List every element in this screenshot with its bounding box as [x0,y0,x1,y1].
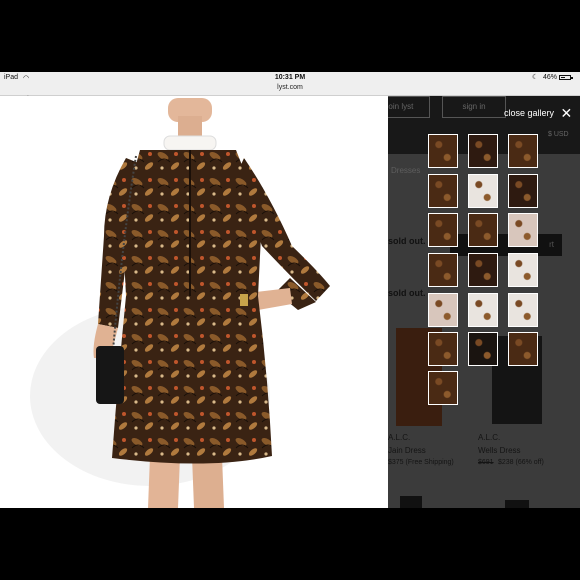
gallery-thumbnail[interactable] [428,332,458,366]
address-bar-url[interactable]: lyst.com [0,84,580,91]
gallery-thumbnail[interactable] [508,253,538,287]
dress-photo [30,98,330,508]
gallery-thumbnail[interactable] [428,293,458,327]
gallery-thumbnail[interactable] [428,134,458,168]
product-image[interactable] [505,500,529,508]
product-brand: A.L.C. [388,433,411,442]
product-brand: A.L.C. [478,433,501,442]
gallery-thumbnail[interactable] [508,332,538,366]
currency-selector[interactable]: $ USD [548,131,569,138]
battery-icon [559,75,573,80]
gallery-thumbnail[interactable] [508,174,538,208]
close-gallery-label: close gallery [504,107,555,118]
sold-out-label: sold out. [388,288,426,298]
product-sale-price: $238 (66% off) [498,459,544,466]
gallery-thumbnail[interactable] [428,253,458,287]
gallery-thumbnail[interactable] [508,213,538,247]
gallery-thumbnail[interactable] [468,213,498,247]
gallery-thumbnail[interactable] [468,174,498,208]
sold-out-label: sold out. [388,236,426,246]
gallery-main-image[interactable] [0,96,388,508]
close-icon[interactable]: ✕ [561,106,573,120]
ios-status-bar: iPad ◠ 10:31 PM lyst.com ☾ 46% [0,72,580,96]
product-original-price: $691 [478,459,494,466]
battery-percent: 46% [543,74,558,81]
product-name[interactable]: Wells Dress [478,446,521,455]
gallery-thumbnail[interactable] [428,371,458,405]
gallery-thumbnail[interactable] [468,253,498,287]
sign-in-button[interactable]: sign in [442,96,506,118]
gallery-thumbnail[interactable] [508,293,538,327]
gallery-thumbnail[interactable] [428,213,458,247]
product-price: $375 (Free Shipping) [388,459,454,466]
product-name[interactable]: Jain Dress [388,446,426,455]
gallery-thumbnail[interactable] [428,174,458,208]
page-action-button[interactable]: rt [450,234,562,256]
moon-icon: ☾ [532,74,539,81]
bottom-black-band [0,508,580,580]
product-image[interactable] [400,496,422,508]
status-time: 10:31 PM [274,74,306,81]
close-gallery-button[interactable]: close gallery ✕ [504,105,573,120]
gallery-thumbnail[interactable] [508,134,538,168]
gallery-thumbnail[interactable] [468,134,498,168]
gallery-thumbnail[interactable] [468,293,498,327]
breadcrumb[interactable]: Dresses [391,166,420,175]
top-black-band [0,0,580,72]
gallery-thumbnail[interactable] [468,332,498,366]
